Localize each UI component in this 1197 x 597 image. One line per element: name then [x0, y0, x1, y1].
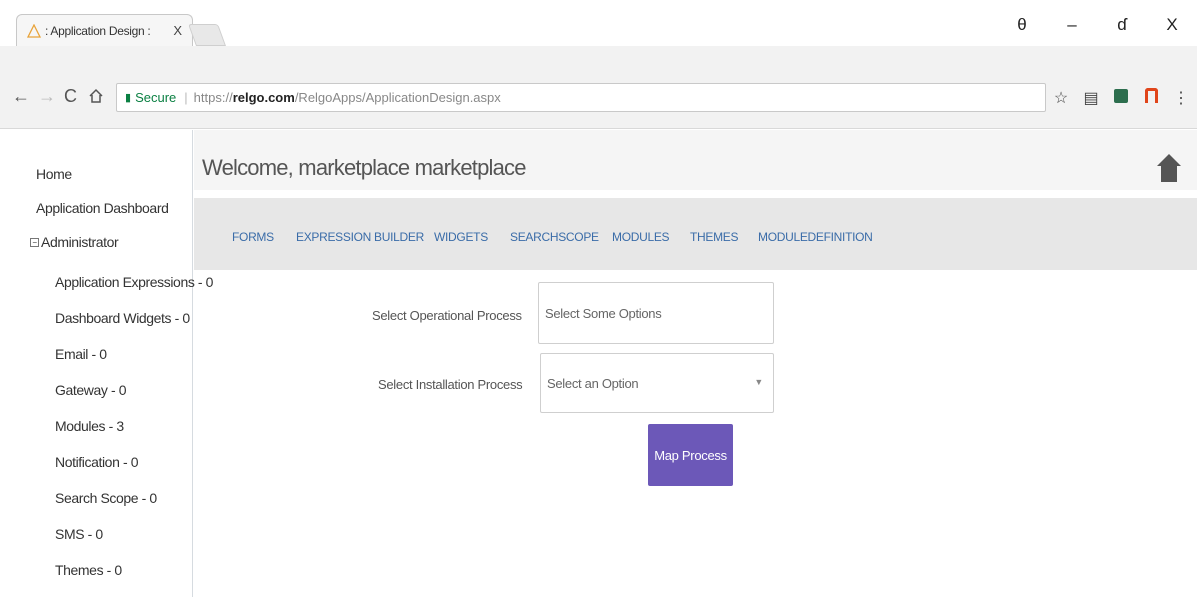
secure-label: Secure [135, 90, 177, 105]
restore-button[interactable]: ɗ [1097, 15, 1147, 35]
sidebar-item-dashboard[interactable]: Application Dashboard [36, 200, 169, 216]
tab-searchscope[interactable]: SEARCHSCOPE [510, 230, 599, 244]
new-tab-button[interactable] [187, 24, 227, 46]
tab-forms[interactable]: FORMS [232, 230, 274, 244]
window-controls: θ – ɗ X [997, 10, 1197, 40]
tab-expression-builder[interactable]: EXPRESSION BUILDER [296, 230, 424, 244]
dropdown-arrow-icon: ▼ [754, 377, 763, 387]
address-separator: | [184, 90, 188, 105]
toolbar-icons: ☆ ▤ ⋮ [1053, 88, 1189, 108]
bookmark-star-icon[interactable]: ☆ [1053, 88, 1069, 108]
sidebar-item-sms[interactable]: SMS - 0 [55, 526, 103, 542]
extension-clipboard-icon[interactable]: ▤ [1083, 88, 1099, 108]
collapse-expander-icon[interactable]: − [30, 237, 39, 247]
home-button-icon[interactable] [88, 88, 104, 104]
installation-process-select[interactable]: Select an Option ▼ [540, 353, 774, 413]
address-bar[interactable]: ▮ Secure | https:// relgo.com /RelgoApps… [116, 83, 1046, 112]
tab-themes[interactable]: THEMES [690, 230, 739, 244]
reload-icon[interactable]: C [64, 86, 77, 107]
sidebar-item-notification[interactable]: Notification - 0 [55, 454, 138, 470]
browser-toolbar: ← → C ▮ Secure | https:// relgo.com /Rel… [0, 46, 1197, 129]
map-process-button[interactable]: Map Process [648, 424, 733, 486]
forward-arrow-icon[interactable]: → [38, 86, 56, 107]
welcome-text: Welcome, marketplace marketplace [202, 155, 526, 180]
tab-close-icon[interactable]: X [173, 23, 182, 38]
warning-favicon-icon [27, 23, 41, 38]
tab-title: : Application Design : [45, 23, 151, 38]
installation-process-value: Select an Option [547, 375, 639, 391]
tab-moduledefinition[interactable]: MODULEDEFINITION [758, 230, 873, 244]
sidebar-item-label: Administrator [41, 234, 119, 250]
tab-widgets[interactable]: WIDGETS [434, 230, 488, 244]
back-arrow-icon[interactable]: ← [12, 86, 30, 107]
sidebar-item-home[interactable]: Home [36, 166, 72, 182]
tab-navigation: FORMS EXPRESSION BUILDER WIDGETS SEARCHS… [194, 198, 1197, 270]
url-path: /RelgoApps/ApplicationDesign.aspx [294, 90, 501, 105]
sidebar-item-administrator[interactable]: − Administrator [30, 234, 119, 250]
menu-kebab-icon[interactable]: ⋮ [1173, 88, 1189, 108]
profile-icon[interactable]: θ [997, 15, 1047, 35]
home-icon[interactable] [1157, 154, 1181, 182]
extension-green-icon[interactable] [1113, 88, 1129, 108]
operational-process-multiselect[interactable]: Select Some Options [538, 282, 774, 344]
installation-process-label: Select Installation Process [378, 377, 523, 392]
operational-process-placeholder: Select Some Options [545, 305, 662, 321]
browser-tab[interactable]: : Application Design : X [16, 14, 193, 46]
sidebar-item-application-expressions[interactable]: Application Expressions - 0 [55, 274, 213, 290]
sidebar: Home Application Dashboard − Administrat… [0, 130, 213, 597]
extension-red-icon[interactable] [1143, 88, 1159, 108]
welcome-header: Welcome, marketplace marketplace [194, 130, 1197, 190]
sidebar-item-search-scope[interactable]: Search Scope - 0 [55, 490, 157, 506]
tab-modules[interactable]: MODULES [612, 230, 670, 244]
url-scheme: https:// [193, 90, 233, 105]
url-host: relgo.com [232, 90, 295, 105]
minimize-button[interactable]: – [1047, 15, 1097, 35]
close-window-button[interactable]: X [1147, 15, 1197, 35]
sidebar-item-modules[interactable]: Modules - 3 [55, 418, 124, 434]
lock-icon: ▮ [125, 92, 132, 104]
page: Home Application Dashboard − Administrat… [0, 130, 1197, 597]
sidebar-item-gateway[interactable]: Gateway - 0 [55, 382, 126, 398]
operational-process-label: Select Operational Process [372, 308, 522, 323]
sidebar-item-dashboard-widgets[interactable]: Dashboard Widgets - 0 [55, 310, 190, 326]
sidebar-item-themes[interactable]: Themes - 0 [55, 562, 122, 578]
sidebar-item-email[interactable]: Email - 0 [55, 346, 107, 362]
